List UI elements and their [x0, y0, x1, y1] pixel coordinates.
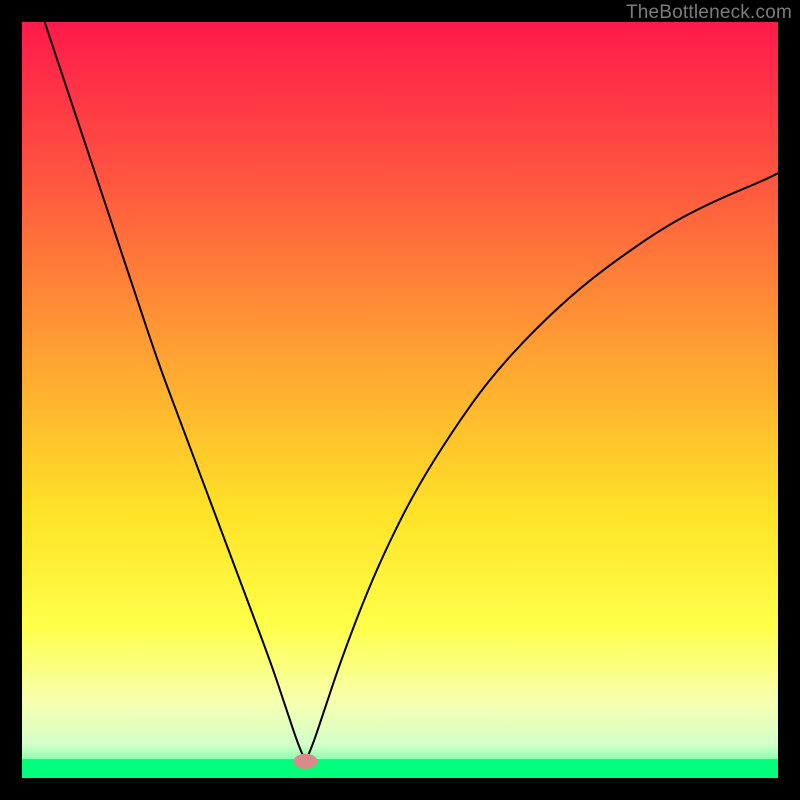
optimum-marker — [293, 754, 317, 769]
bottleneck-chart — [22, 22, 778, 778]
chart-frame — [22, 22, 778, 778]
green-band — [22, 759, 778, 778]
watermark-text: TheBottleneck.com — [626, 2, 792, 24]
chart-background — [22, 22, 778, 778]
